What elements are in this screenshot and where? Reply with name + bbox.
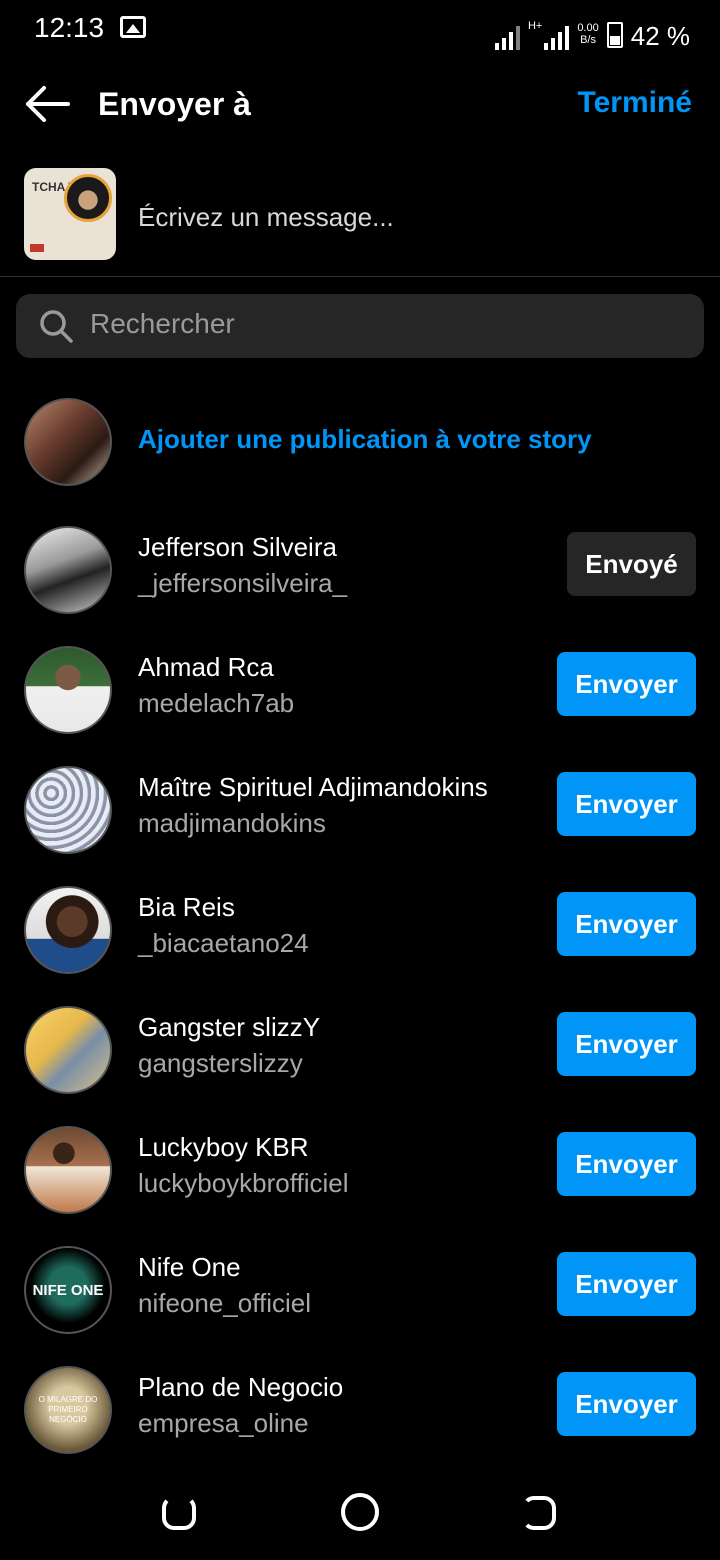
contact-username: medelach7ab	[138, 688, 295, 718]
avatar	[24, 766, 112, 854]
avatar	[24, 1126, 112, 1214]
header: Envoyer à Terminé	[0, 70, 720, 140]
contact-name: Gangster slizzY	[138, 1012, 321, 1042]
list-item[interactable]: Bia Reis _biacaetano24 Envoyer	[0, 880, 720, 980]
contact-name: Luckyboy KBR	[138, 1132, 309, 1162]
system-nav-bar	[0, 1460, 720, 1560]
avatar-text: O MILAGRE DO PRIMEIRO NEGÓCIO	[38, 1395, 98, 1424]
search-box[interactable]	[16, 294, 704, 358]
net-speed-value: 0.00	[577, 22, 599, 34]
send-button[interactable]: Envoyer	[557, 772, 696, 836]
status-time: 12:13	[34, 12, 105, 43]
send-button[interactable]: Envoyer	[557, 1372, 696, 1436]
list-item[interactable]: Ahmad Rca medelach7ab Envoyer	[0, 640, 720, 740]
list-item[interactable]: O MILAGRE DO PRIMEIRO NEGÓCIO Plano de N…	[0, 1360, 720, 1460]
list-item[interactable]: Gangster slizzY gangsterslizzy Envoyer	[0, 1000, 720, 1100]
list-item[interactable]: NIFE ONE Nife One nifeone_officiel Envoy…	[0, 1240, 720, 1340]
contact-username: nifeone_officiel	[138, 1288, 311, 1318]
battery-percent: 42 %	[630, 21, 690, 51]
contact-name: Bia Reis	[138, 892, 235, 922]
search-input[interactable]	[90, 308, 670, 340]
contact-name: Maître Spirituel Adjimandokins	[138, 772, 488, 802]
avatar	[24, 526, 112, 614]
contact-username: empresa_oline	[138, 1408, 309, 1438]
back-arrow-icon[interactable]	[24, 84, 72, 124]
contact-name: Plano de Negocio	[138, 1372, 344, 1402]
page-title: Envoyer à	[98, 86, 251, 122]
message-input[interactable]	[138, 202, 678, 233]
net-speed-unit: B/s	[580, 34, 596, 46]
list-item[interactable]: Jefferson Silveira _jeffersonsilveira_ E…	[0, 520, 720, 620]
contact-username: madjimandokins	[138, 808, 326, 838]
contact-username: _biacaetano24	[138, 928, 309, 958]
signal-strength-icon	[494, 24, 520, 50]
add-to-story-row[interactable]: Ajouter une publication à votre story	[0, 396, 720, 488]
sent-button[interactable]: Envoyé	[567, 532, 696, 596]
net-speed: 0.00 B/s	[577, 22, 598, 46]
send-button[interactable]: Envoyer	[557, 1012, 696, 1076]
gallery-notification-icon	[120, 16, 146, 38]
avatar	[24, 398, 112, 486]
thumbnail-logo	[30, 244, 44, 252]
avatar	[24, 1006, 112, 1094]
network-type: H+	[527, 20, 543, 32]
thumbnail-portrait	[64, 174, 112, 222]
status-indicators: H+ 0.00 B/s 42 %	[494, 10, 690, 51]
avatar	[24, 886, 112, 974]
shared-post-thumbnail: TCHA TCHA	[24, 168, 116, 260]
contact-username: _jeffersonsilveira_	[138, 568, 348, 598]
avatar-text: NIFE ONE	[32, 1281, 104, 1299]
send-button[interactable]: Envoyer	[557, 652, 696, 716]
signal-strength-2-icon	[544, 24, 570, 50]
message-compose: TCHA TCHA	[0, 166, 720, 277]
list-item[interactable]: Luckyboy KBR luckyboykbrofficiel Envoyer	[0, 1120, 720, 1220]
avatar	[24, 646, 112, 734]
search-icon	[40, 310, 73, 343]
battery-icon	[606, 22, 623, 48]
recent-apps-icon[interactable]	[162, 1496, 196, 1530]
add-to-story-label: Ajouter une publication à votre story	[138, 424, 592, 454]
contact-username: luckyboykbrofficiel	[138, 1168, 349, 1198]
send-button[interactable]: Envoyer	[557, 1132, 696, 1196]
done-button[interactable]: Terminé	[578, 86, 692, 120]
contact-name: Nife One	[138, 1252, 241, 1282]
contact-name: Jefferson Silveira	[138, 532, 337, 562]
avatar: O MILAGRE DO PRIMEIRO NEGÓCIO	[24, 1366, 112, 1454]
send-button[interactable]: Envoyer	[557, 1252, 696, 1316]
contact-username: gangsterslizzy	[138, 1048, 303, 1078]
home-icon[interactable]	[341, 1493, 379, 1531]
send-button[interactable]: Envoyer	[557, 892, 696, 956]
avatar: NIFE ONE	[24, 1246, 112, 1334]
back-icon[interactable]	[522, 1496, 556, 1530]
list-item[interactable]: Maître Spirituel Adjimandokins madjimand…	[0, 760, 720, 860]
contact-name: Ahmad Rca	[138, 652, 274, 682]
status-bar: 12:13 H+ 0.00 B/s 42 %	[0, 0, 720, 60]
